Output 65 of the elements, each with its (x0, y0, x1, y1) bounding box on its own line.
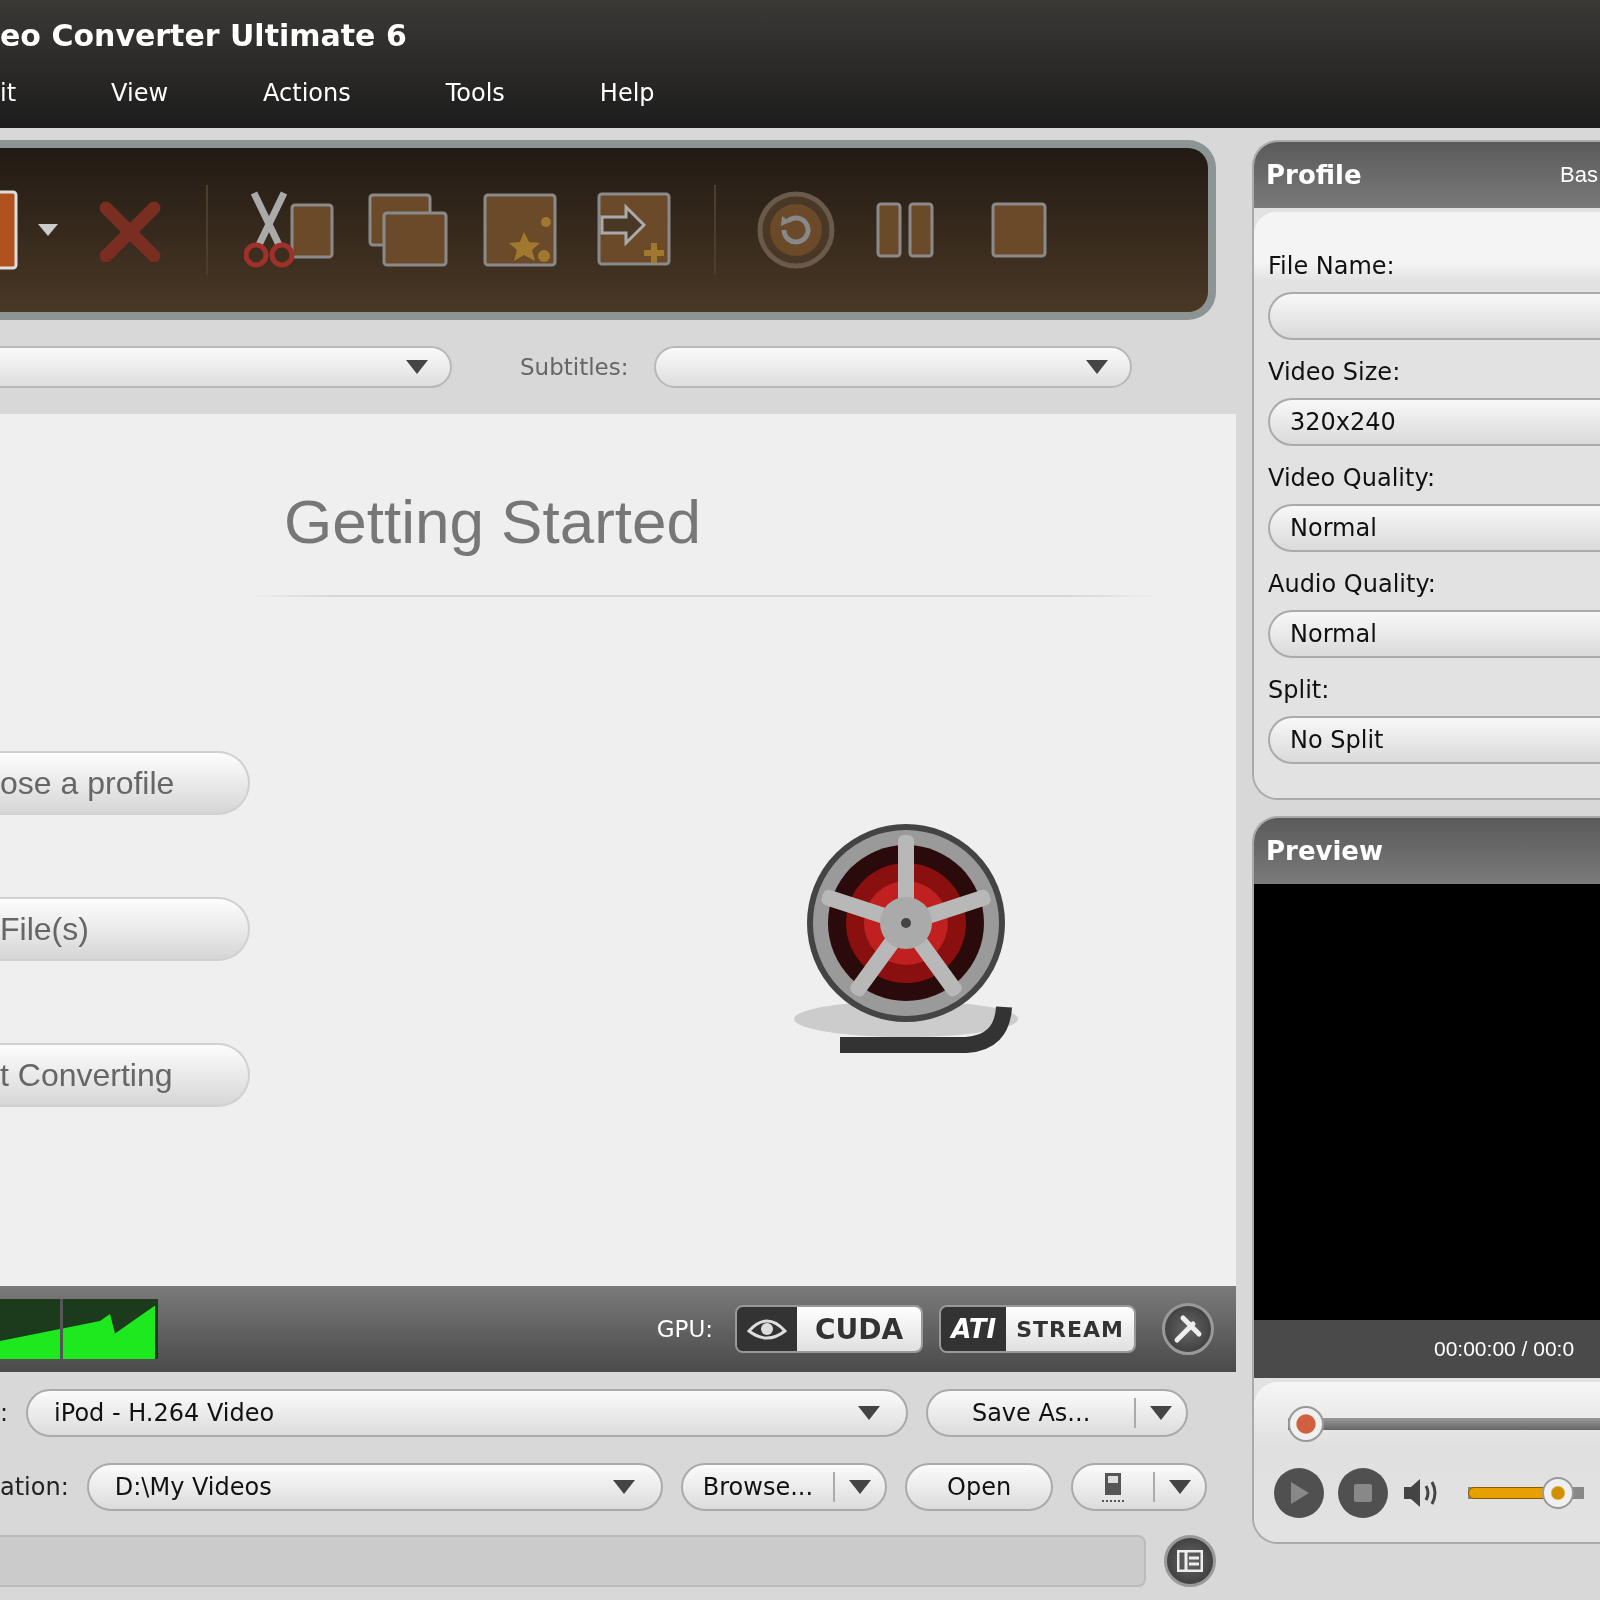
step-button[interactable]: ose a profile (0, 751, 250, 815)
film-copy-icon[interactable] (366, 191, 450, 269)
caret-icon (612, 1480, 635, 1494)
step-button[interactable]: t Converting (0, 1043, 250, 1107)
stop-icon (1354, 1484, 1372, 1502)
cuda-button[interactable]: CUDA (735, 1305, 924, 1353)
input-field[interactable] (1268, 292, 1600, 340)
info-button[interactable] (1164, 1535, 1216, 1587)
caret-icon (858, 1406, 881, 1420)
scissors-film-icon[interactable] (244, 191, 336, 269)
menu-item[interactable]: View (111, 79, 169, 107)
caret-icon (406, 360, 428, 374)
input-field[interactable]: 320x240 (1268, 398, 1600, 446)
subtitles-label: Subtitles: (520, 354, 629, 380)
pause-icon[interactable] (876, 201, 934, 259)
caret-icon (849, 1480, 872, 1494)
menu-item[interactable]: Tools (445, 79, 505, 107)
stop-icon[interactable] (990, 201, 1048, 259)
ati-label: ATI (941, 1307, 1007, 1351)
input-field[interactable]: Normal (1268, 504, 1600, 552)
ati-stream-button[interactable]: ATI STREAM (939, 1305, 1136, 1353)
gpu-label: GPU: (656, 1316, 713, 1342)
film-stars-icon[interactable] (482, 192, 558, 268)
menu-item[interactable]: Actions (263, 79, 351, 107)
tab[interactable]: Bas (1560, 162, 1598, 188)
play-icon (1289, 1482, 1309, 1504)
destination-dropdown[interactable]: D:\My Videos (86, 1463, 663, 1511)
play-button[interactable] (1274, 1468, 1324, 1518)
profile-title: Profile (1266, 160, 1362, 190)
save-as-button[interactable]: Save As... (926, 1389, 1189, 1437)
open-button[interactable]: Open (905, 1463, 1054, 1511)
field-label: Split: (1268, 676, 1331, 706)
device-icon (1100, 1471, 1127, 1503)
menu-item[interactable]: it (0, 79, 17, 107)
step-button[interactable]: File(s) (0, 897, 250, 961)
window-title: eo Converter Ultimate 6 (0, 18, 408, 53)
device-button[interactable] (1071, 1463, 1208, 1511)
time-display: 00:00:00 / 00:0 (1434, 1337, 1575, 1361)
getting-started-title: Getting Started (284, 486, 703, 557)
input-field[interactable]: Normal (1268, 610, 1600, 658)
field-label: Audio Quality: (1268, 570, 1437, 600)
destination-label: ation: (0, 1473, 69, 1501)
film-icon[interactable] (0, 190, 20, 270)
caret-icon (1150, 1406, 1173, 1420)
profile-dropdown[interactable]: iPod - H.264 Video (26, 1389, 909, 1437)
preview-title: Preview (1266, 836, 1384, 866)
wrench-icon (1173, 1314, 1203, 1344)
caret-icon (1169, 1480, 1192, 1494)
stream-label: STREAM (1006, 1307, 1134, 1351)
volume-thumb[interactable] (1541, 1477, 1574, 1509)
profile-label: : (0, 1399, 9, 1427)
seek-thumb[interactable] (1288, 1406, 1324, 1442)
refresh-icon[interactable] (756, 190, 836, 270)
list-icon (1177, 1550, 1203, 1572)
stop-button[interactable] (1338, 1468, 1388, 1518)
cuda-label: CUDA (797, 1307, 922, 1351)
caret-icon (1086, 360, 1109, 374)
field-label: Video Size: (1268, 358, 1402, 388)
field-label: File Name: (1268, 252, 1396, 282)
field-label: Video Quality: (1268, 464, 1436, 494)
input-field[interactable]: No Split (1268, 716, 1600, 764)
caret-icon[interactable] (38, 224, 58, 236)
settings-button[interactable] (1162, 1303, 1214, 1355)
browse-button[interactable]: Browse... (680, 1463, 888, 1511)
menu-item[interactable]: Help (599, 79, 655, 107)
